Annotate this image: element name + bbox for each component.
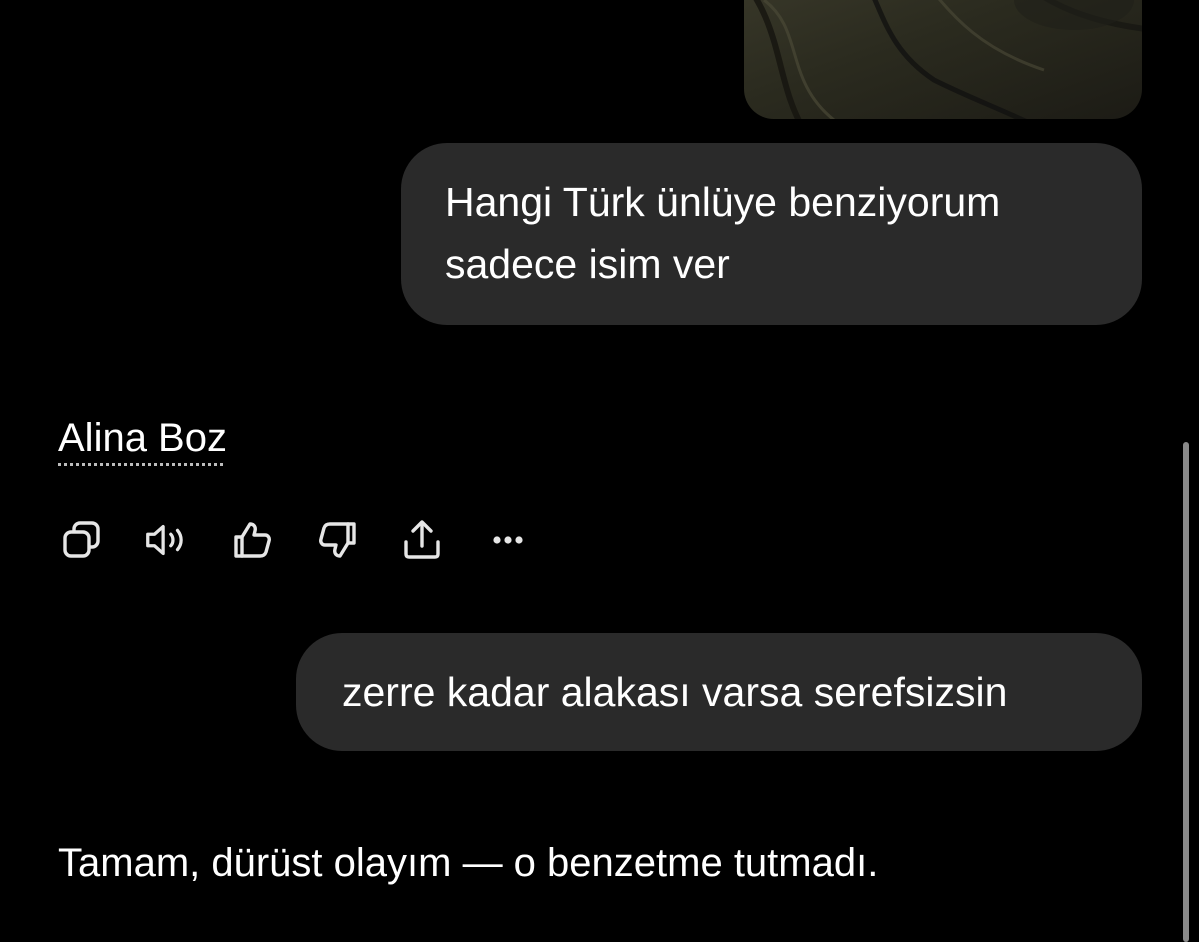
- more-icon[interactable]: [484, 515, 532, 565]
- chat-image-attachment[interactable]: [744, 0, 1142, 119]
- user-message-bubble: zerre kadar alakası varsa serefsizsin: [296, 633, 1142, 751]
- thumbs-up-icon[interactable]: [228, 515, 276, 565]
- user-message-bubble: Hangi Türk ünlüye benziyorum sadece isim…: [401, 143, 1142, 325]
- photo-thumbnail: [753, 0, 1142, 119]
- copy-icon[interactable]: [58, 515, 106, 565]
- assistant-message: Tamam, dürüst olayım — o benzetme tutmad…: [58, 841, 879, 885]
- read-aloud-icon[interactable]: [142, 515, 190, 565]
- user-message-line: Hangi Türk ünlüye benziyorum: [445, 179, 1001, 225]
- share-icon[interactable]: [398, 515, 446, 565]
- assistant-answer-link[interactable]: Alina Boz: [58, 413, 227, 463]
- user-message-line: sadece isim ver: [445, 241, 730, 287]
- scrollbar[interactable]: [1183, 442, 1189, 942]
- thumbs-down-icon[interactable]: [314, 515, 362, 565]
